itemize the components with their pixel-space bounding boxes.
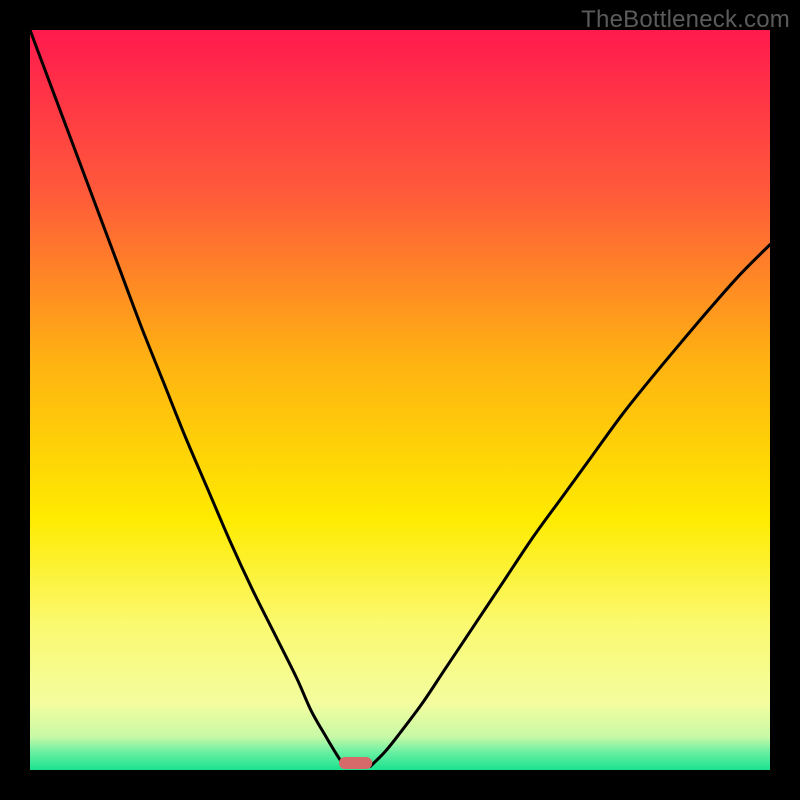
valley-marker: [339, 757, 372, 769]
chart-svg: [30, 30, 770, 770]
valley-marker: [339, 757, 372, 769]
plot-area: [30, 30, 770, 770]
gradient-background: [30, 30, 770, 770]
chart-frame: TheBottleneck.com: [0, 0, 800, 800]
